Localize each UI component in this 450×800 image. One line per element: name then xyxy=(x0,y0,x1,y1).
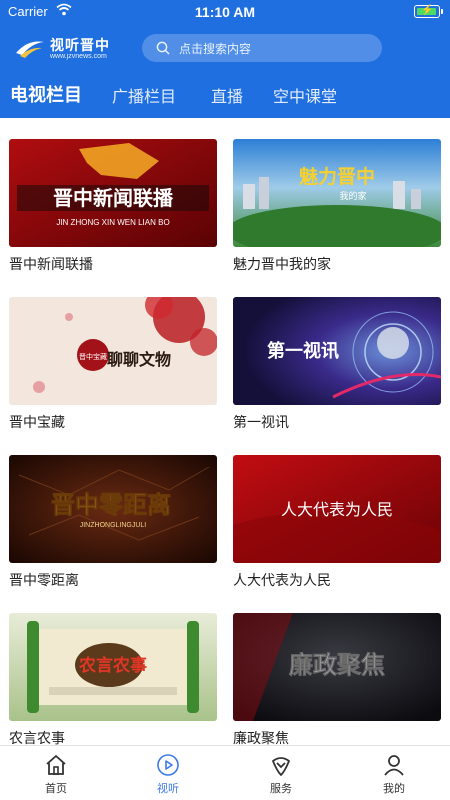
nav-av-label: 视听 xyxy=(157,782,179,795)
thumb-art-title: 魅力晋中 xyxy=(299,165,375,188)
program-title: 第一视讯 xyxy=(233,415,289,431)
program-thumbnail[interactable]: 人大代表为人民 xyxy=(233,455,441,563)
nav-home[interactable]: 首页 xyxy=(0,746,112,800)
search-icon xyxy=(156,41,170,55)
program-card[interactable]: 晋中零距离 JINZHONGLINGJULI 晋中零距离 xyxy=(9,455,217,590)
bottom-navigation: 首页 视听 服务 我的 xyxy=(0,745,450,800)
thumb-art-title: 聊聊文物 xyxy=(107,350,171,369)
thumb-art-subtitle: JINZHONGLINGJULI xyxy=(80,522,147,529)
thumb-art-title: 农言农事 xyxy=(78,655,147,676)
thumb-art-title: 廉政聚焦 xyxy=(289,651,385,679)
tab-tv-programs[interactable]: 电视栏目 xyxy=(10,81,82,107)
user-icon xyxy=(384,755,404,776)
program-title: 人大代表为人民 xyxy=(233,573,331,589)
category-tabs: 电视栏目 广播栏目 直播 空中课堂 xyxy=(0,80,450,110)
app-header: Carrier 11:10 AM ⚡ 视听晋中 www.jzvnews.com … xyxy=(0,0,450,118)
program-card[interactable]: 聊聊文物 晋中宝藏 晋中宝藏 xyxy=(9,297,217,432)
nav-service-label: 服务 xyxy=(270,782,292,795)
program-card[interactable]: 第一视讯 第一视讯 xyxy=(233,297,441,432)
program-title: 廉政聚焦 xyxy=(233,731,289,745)
status-time: 11:10 AM xyxy=(194,4,256,20)
thumb-art-subtitle: JIN ZHONG XIN WEN LIAN BO xyxy=(56,218,169,227)
tab-air-classroom[interactable]: 空中课堂 xyxy=(273,83,337,107)
thumb-art-title: 晋中零距离 xyxy=(51,491,171,519)
nav-mine[interactable]: 我的 xyxy=(338,746,450,800)
program-title: 晋中新闻联播 xyxy=(9,257,93,273)
program-card[interactable]: 农言农事 农言农事 xyxy=(9,613,217,745)
thumb-art-subtitle: 晋中宝藏 xyxy=(79,352,107,361)
thumb-art-title: 人大代表为人民 xyxy=(281,500,393,519)
thumb-art-title: 晋中新闻联播 xyxy=(53,186,174,210)
thumb-art-title: 第一视讯 xyxy=(267,340,339,362)
program-title: 晋中宝藏 xyxy=(9,415,65,431)
program-thumbnail[interactable]: 农言农事 xyxy=(9,613,217,721)
search-placeholder: 点击搜索内容 xyxy=(179,42,252,56)
tab-live[interactable]: 直播 xyxy=(211,83,243,107)
nav-mine-label: 我的 xyxy=(383,782,405,795)
status-bar: Carrier 11:10 AM ⚡ xyxy=(0,0,450,24)
thumb-art-subtitle: 我的家 xyxy=(339,190,366,202)
program-thumbnail[interactable]: 晋中零距离 JINZHONGLINGJULI xyxy=(9,455,217,563)
program-card[interactable]: 人大代表为人民 人大代表为人民 xyxy=(233,455,441,590)
logo-title: 视听晋中 xyxy=(50,38,110,54)
program-thumbnail[interactable]: 聊聊文物 晋中宝藏 xyxy=(9,297,217,405)
program-title: 魅力晋中我的家 xyxy=(233,257,331,273)
search-input[interactable]: 点击搜索内容 xyxy=(142,34,382,62)
battery-icon: ⚡ xyxy=(414,5,443,18)
nav-home-label: 首页 xyxy=(45,782,67,795)
program-thumbnail[interactable]: 第一视讯 xyxy=(233,297,441,405)
program-grid: 晋中新闻联播 JIN ZHONG XIN WEN LIAN BO 晋中新闻联播 xyxy=(0,118,450,745)
program-thumbnail[interactable]: 廉政聚焦 xyxy=(233,613,441,721)
nav-service[interactable]: 服务 xyxy=(225,746,337,800)
play-icon xyxy=(157,754,179,776)
logo-mark-icon xyxy=(16,41,44,58)
program-card[interactable]: 晋中新闻联播 JIN ZHONG XIN WEN LIAN BO 晋中新闻联播 xyxy=(9,139,217,274)
app-logo[interactable]: 视听晋中 www.jzvnews.com xyxy=(14,33,126,63)
tab-radio-programs[interactable]: 广播栏目 xyxy=(112,83,176,107)
program-card[interactable]: 廉政聚焦 廉政聚焦 xyxy=(233,613,441,745)
program-title: 晋中零距离 xyxy=(9,573,79,589)
program-card[interactable]: 魅力晋中 我的家 魅力晋中我的家 xyxy=(233,139,441,274)
logo-subtitle: www.jzvnews.com xyxy=(50,53,107,60)
home-icon xyxy=(46,755,66,775)
nav-av[interactable]: 视听 xyxy=(112,746,224,800)
program-title: 农言农事 xyxy=(9,731,65,745)
service-icon xyxy=(272,757,290,776)
program-thumbnail[interactable]: 晋中新闻联播 JIN ZHONG XIN WEN LIAN BO xyxy=(9,139,217,247)
program-thumbnail[interactable]: 魅力晋中 我的家 xyxy=(233,139,441,247)
